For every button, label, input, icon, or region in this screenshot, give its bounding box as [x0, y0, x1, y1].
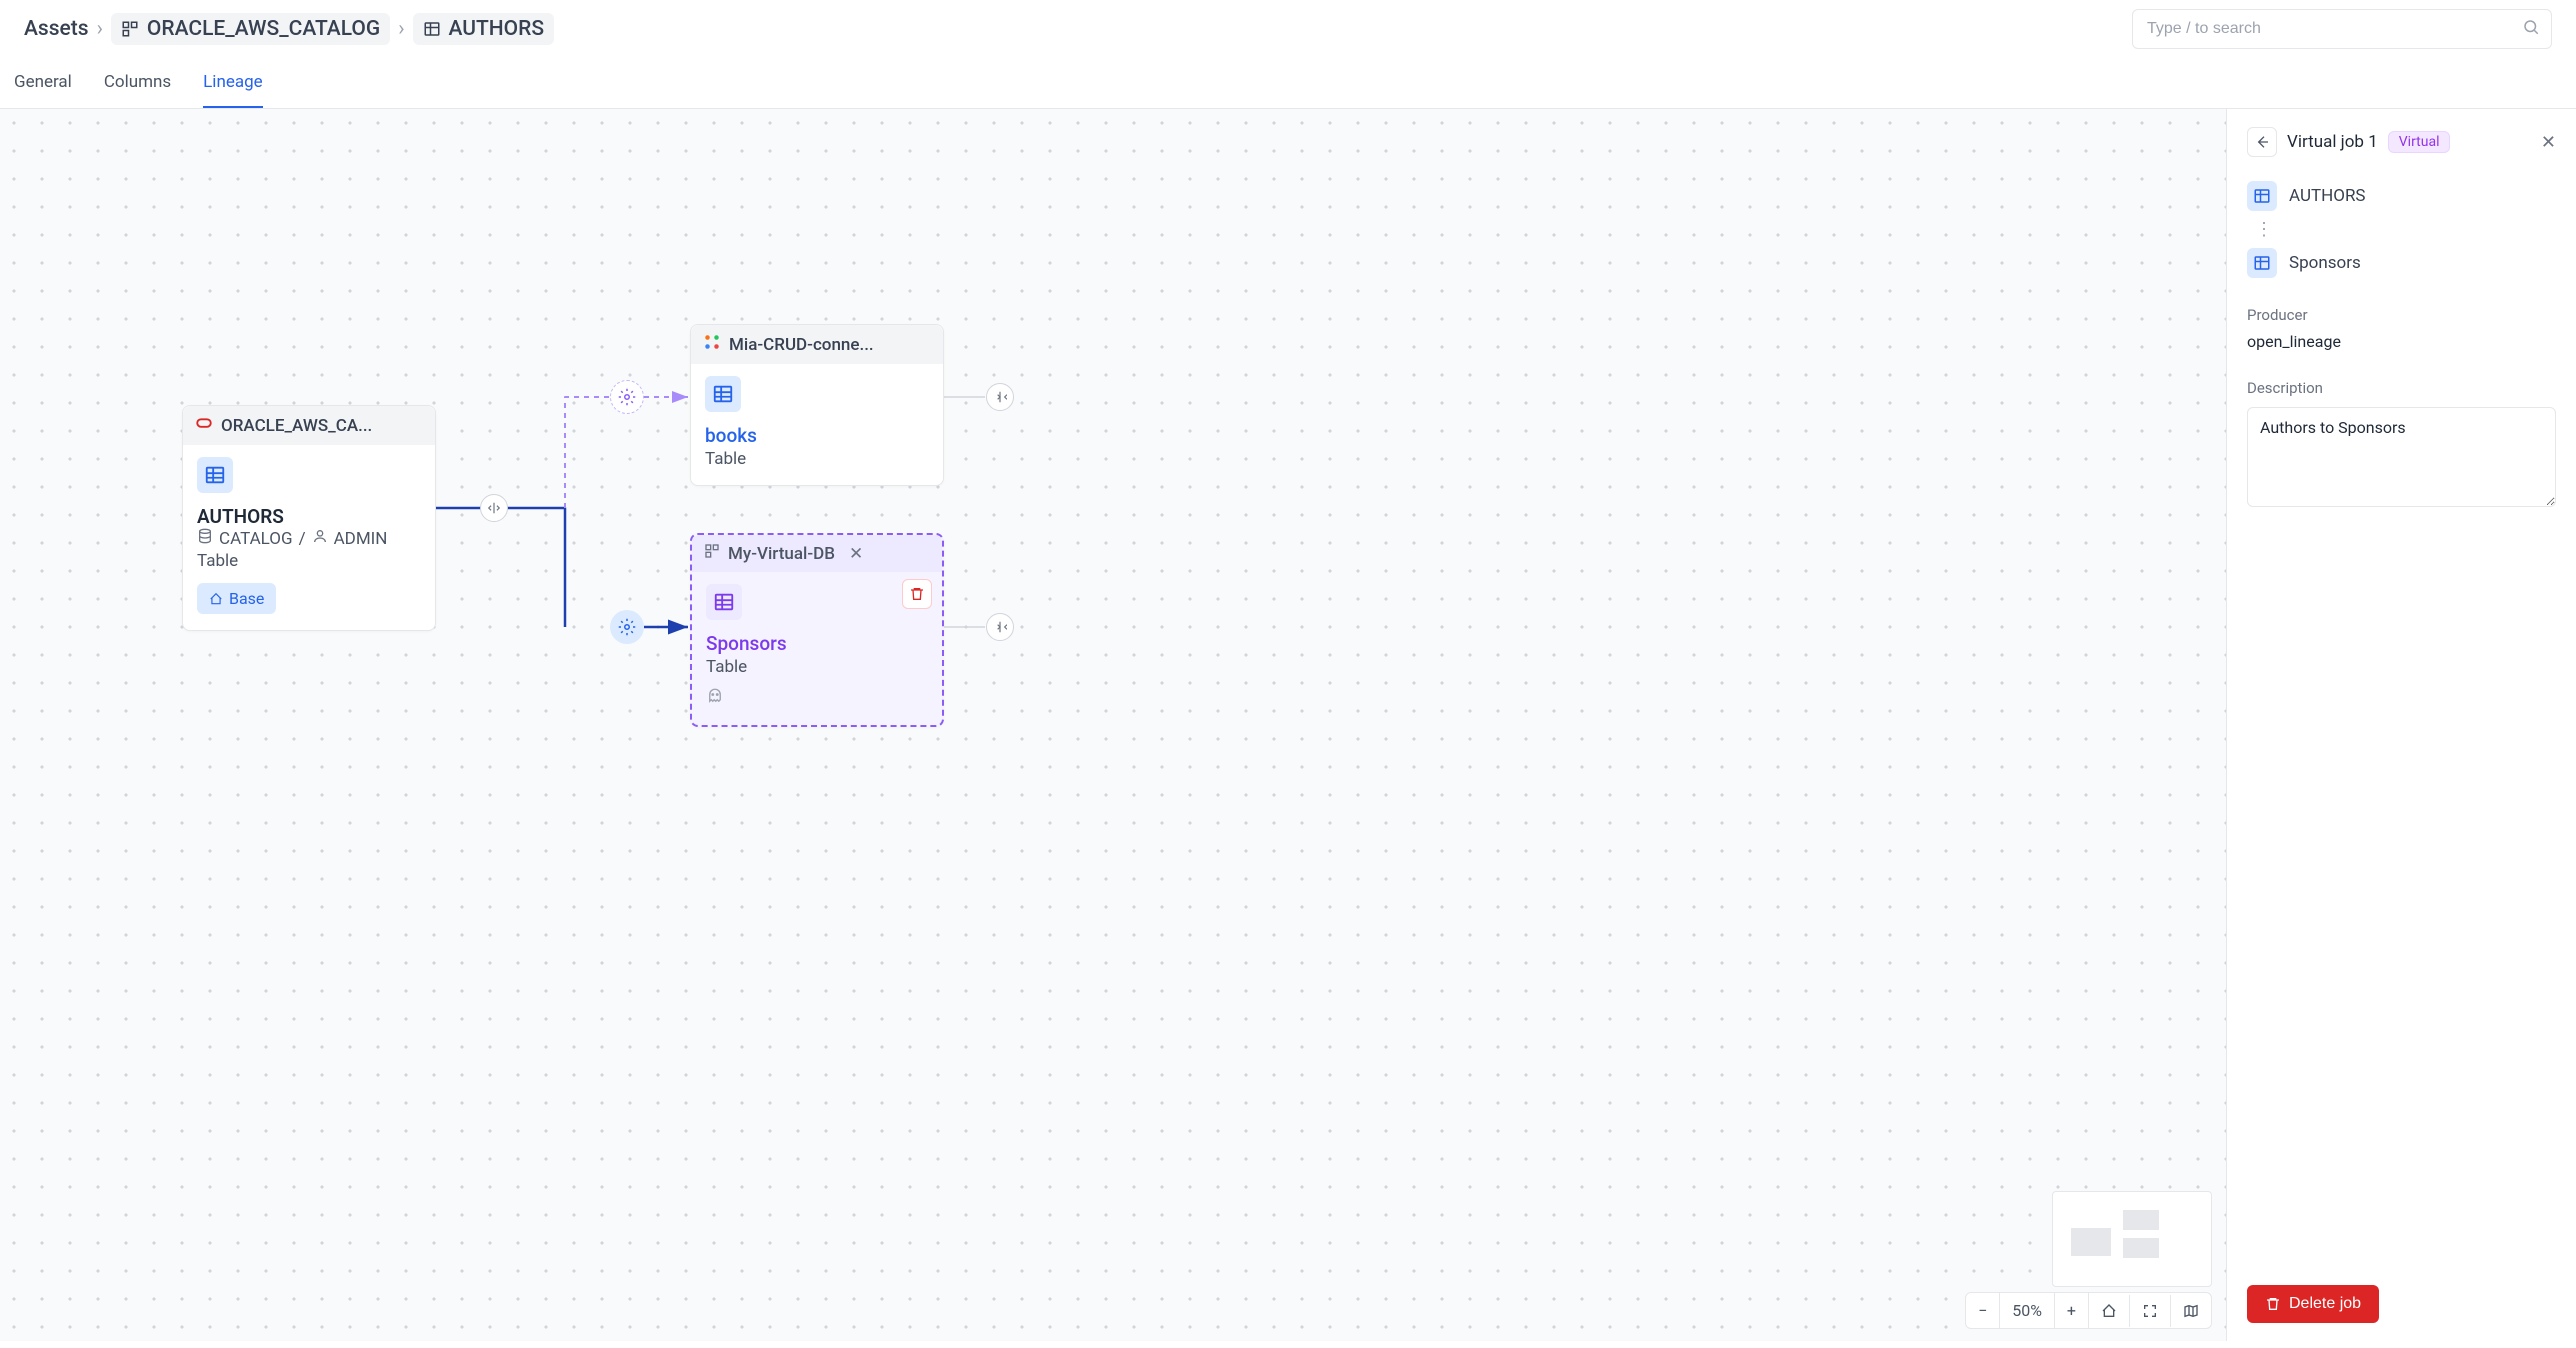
tab-columns[interactable]: Columns — [104, 58, 171, 108]
minimap[interactable] — [2052, 1191, 2212, 1287]
table-icon — [197, 457, 233, 493]
node-title: AUTHORS — [197, 505, 421, 528]
producer-label: Producer — [2247, 306, 2556, 324]
lineage-item-sponsors[interactable]: Sponsors — [2247, 248, 2556, 278]
tab-lineage[interactable]: Lineage — [203, 58, 263, 108]
breadcrumb: Assets › ORACLE_AWS_CATALOG › AUTHORS — [24, 13, 554, 45]
lineage-node-books[interactable]: Mia-CRUD-conne... books Table — [690, 324, 944, 486]
table-icon — [423, 20, 441, 38]
node-path: CATALOG / ADMIN — [197, 528, 421, 549]
schema-icon — [121, 20, 139, 38]
breadcrumb-root[interactable]: Assets — [24, 17, 89, 41]
details-panel: Virtual job 1 Virtual ✕ AUTHORS ⋮ Sponso… — [2226, 109, 2576, 1341]
zoom-in-button[interactable]: + — [2055, 1293, 2089, 1328]
delete-node-button[interactable] — [902, 579, 932, 609]
zoom-home-button[interactable] — [2089, 1295, 2130, 1327]
search-input[interactable] — [2132, 9, 2552, 49]
tabs: General Columns Lineage — [0, 58, 2576, 109]
delete-job-button[interactable]: Delete job — [2247, 1285, 2379, 1323]
chevron-right-icon: › — [97, 17, 103, 41]
map-button[interactable] — [2171, 1295, 2211, 1327]
description-label: Description — [2247, 379, 2556, 397]
breadcrumb-item-table[interactable]: AUTHORS — [413, 13, 555, 45]
search-box — [2132, 9, 2552, 49]
lineage-node-authors[interactable]: ORACLE_AWS_CA... AUTHORS CATALOG / ADMIN — [182, 405, 436, 631]
tab-general[interactable]: General — [14, 58, 72, 108]
back-button[interactable] — [2247, 127, 2277, 157]
zoom-controls: − 50% + — [1965, 1292, 2212, 1329]
expand-port-icon[interactable] — [986, 383, 1014, 411]
description-input[interactable] — [2247, 407, 2556, 507]
close-icon[interactable]: ✕ — [849, 544, 863, 564]
producer-value: open_lineage — [2247, 332, 2556, 351]
panel-title: Virtual job 1 — [2287, 132, 2378, 152]
lineage-node-sponsors[interactable]: My-Virtual-DB ✕ Sponsors Table — [690, 533, 944, 727]
search-icon — [2522, 18, 2540, 40]
user-icon — [312, 528, 328, 549]
zoom-out-button[interactable]: − — [1966, 1293, 2000, 1328]
table-icon — [706, 584, 742, 620]
table-icon — [705, 376, 741, 412]
lineage-item-authors[interactable]: AUTHORS — [2247, 181, 2556, 211]
zoom-level: 50% — [2000, 1293, 2055, 1328]
job-gear-icon[interactable] — [610, 610, 644, 644]
close-panel-button[interactable]: ✕ — [2541, 132, 2556, 153]
database-icon — [197, 528, 213, 549]
connector-icon — [703, 333, 721, 356]
node-title[interactable]: books — [705, 424, 929, 447]
expand-port-icon[interactable] — [986, 613, 1014, 641]
table-icon — [2247, 181, 2277, 211]
virtual-badge: Virtual — [2388, 131, 2451, 153]
lineage-edges — [0, 109, 2226, 1341]
chevron-right-icon: › — [398, 17, 404, 41]
ghost-icon — [706, 687, 928, 709]
vertical-dots-icon: ⋮ — [2247, 215, 2556, 244]
schema-icon — [704, 543, 720, 564]
expand-port-icon[interactable] — [480, 494, 508, 522]
base-badge: Base — [197, 583, 276, 614]
job-gear-icon[interactable] — [610, 380, 644, 414]
node-title[interactable]: Sponsors — [706, 632, 928, 655]
breadcrumb-item-catalog[interactable]: ORACLE_AWS_CATALOG — [111, 13, 390, 45]
fullscreen-button[interactable] — [2130, 1295, 2171, 1327]
lineage-canvas[interactable]: ORACLE_AWS_CA... AUTHORS CATALOG / ADMIN — [0, 109, 2226, 1341]
table-icon — [2247, 248, 2277, 278]
oracle-icon — [195, 414, 213, 437]
